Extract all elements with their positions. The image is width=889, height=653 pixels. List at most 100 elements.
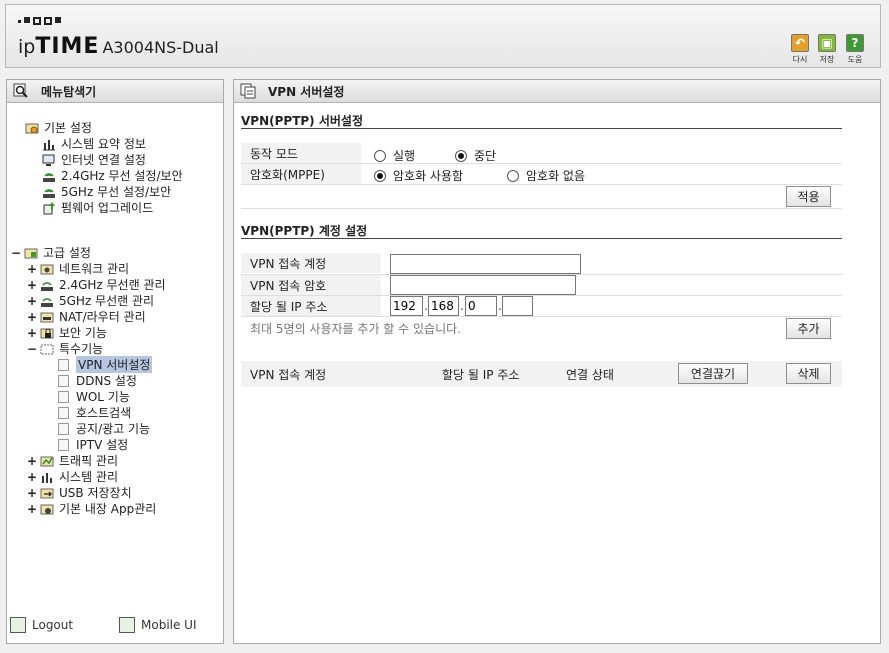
radio-circle-selected [374,169,386,182]
save-button[interactable]: ▣ 저장 [816,34,838,65]
redo-icon: ↶ [791,34,809,52]
redo-button[interactable]: ↶ 다시 [789,34,811,65]
mobile-ui-label: Mobile UI [141,618,197,632]
mode-run-label: 실행 [393,149,416,163]
brand-ip: ip [18,36,36,58]
account-section-title: VPN(PPTP) 계정 설정 [241,224,368,238]
ip-label: 할당 될 IP 주소 [241,296,381,316]
collapse-icon[interactable]: − [11,246,21,260]
tree-item-usb[interactable]: + USB 저장장치 [27,485,132,501]
page-icon [58,422,69,435]
expand-icon[interactable]: + [27,294,37,308]
tree-label: 2.4GHz 무선랜 관리 [59,278,166,292]
wireless-icon [40,278,54,292]
delete-button[interactable]: 삭제 [786,363,831,384]
expand-icon[interactable]: + [27,470,37,484]
tree-item-nat[interactable]: + NAT/라우터 관리 [27,309,146,325]
col-assigned-ip: 할당 될 IP 주소 [442,368,520,382]
content-panel: VPN 서버설정 VPN(PPTP) 서버설정 동작 모드 실행 중단 암호화(… [233,79,881,644]
ip-octet-3-input[interactable] [465,296,497,316]
folder-icon [25,121,39,135]
network-icon [40,262,54,276]
page-title: VPN 서버설정 [268,84,345,99]
expand-icon[interactable]: + [27,310,37,324]
tree-item-wifi24[interactable]: 2.4GHz 무선 설정/보안 [42,168,183,183]
encryption-on-radio[interactable]: 암호화 사용함 [374,167,463,184]
col-connection-status: 연결 상태 [566,368,614,382]
wireless-icon [40,294,54,308]
wireless-icon [42,185,56,199]
help-button[interactable]: ? 도움 [844,34,866,65]
tree-item-host-search[interactable]: 호스트검색 [58,405,131,420]
mode-label: 동작 모드 [241,143,361,163]
tree-label: 기본 내장 App관리 [59,502,157,516]
tree-label: 네트워크 관리 [59,262,130,276]
mode-stop-radio[interactable]: 중단 [455,147,496,164]
expand-icon[interactable]: + [27,262,37,276]
tree-item-system[interactable]: + 시스템 관리 [27,469,118,485]
vpn-user-input[interactable] [390,254,581,274]
mobile-ui-button[interactable]: Mobile UI [119,617,197,633]
expand-icon[interactable]: + [27,502,37,516]
menu-explorer: 메뉴탐색기 기본 설정 시스템 요약 정보 인터넷 연결 설정 2.4GHz 무… [6,79,224,644]
col-vpn-user: VPN 접속 계정 [250,368,327,382]
page-icon [58,390,69,403]
folder-open-icon [40,342,54,356]
page-icon [58,406,69,419]
tree-item-wlan24[interactable]: + 2.4GHz 무선랜 관리 [27,277,166,293]
logout-button[interactable]: Logout [10,617,73,633]
wireless-icon [42,169,56,183]
tree-item-iptv[interactable]: IPTV 설정 [58,437,128,452]
chart-icon [40,470,54,484]
tree-item-vpn-server[interactable]: VPN 서버설정 [58,356,153,373]
apply-button[interactable]: 적용 [786,186,831,207]
ip-octet-2-input[interactable] [428,296,459,316]
account-list-header [241,361,842,387]
max-users-note: 최대 5명의 사용자를 추가 할 수 있습니다. [250,322,461,336]
expand-icon[interactable]: + [27,326,37,340]
disconnect-button[interactable]: 연결끊기 [678,363,748,384]
tree-basic-settings[interactable]: 기본 설정 [25,120,92,135]
firmware-icon [42,201,56,215]
tree-item-wol[interactable]: WOL 기능 [58,389,130,404]
expand-icon[interactable]: + [27,454,37,468]
mode-run-radio[interactable]: 실행 [374,147,415,164]
ip-octet-4-input[interactable] [502,296,533,316]
collapse-icon[interactable]: − [27,342,37,356]
tree-item-wifi5[interactable]: 5GHz 무선 설정/보안 [42,184,171,199]
expand-icon[interactable]: + [27,486,37,500]
tree-label-selected: VPN 서버설정 [76,356,153,373]
vpn-user-label: VPN 접속 계정 [241,253,381,273]
radio-circle [507,169,519,182]
add-button[interactable]: 추가 [786,318,831,339]
section-divider [241,128,842,129]
tree-item-firmware[interactable]: 펌웨어 업그레이드 [42,200,153,215]
tree-item-notice-ad[interactable]: 공지/광고 기능 [58,421,150,436]
tree-label: 호스트검색 [76,406,132,420]
tree-item-ddns[interactable]: DDNS 설정 [58,373,137,388]
tree-item-internet[interactable]: 인터넷 연결 설정 [42,152,146,167]
encryption-off-label: 암호화 없음 [526,169,586,183]
brand-time: TIME [35,34,100,59]
tree-item-system-summary[interactable]: 시스템 요약 정보 [42,136,146,151]
radio-circle [374,149,386,162]
encryption-off-radio[interactable]: 암호화 없음 [507,167,585,184]
encryption-on-label: 암호화 사용함 [393,169,464,183]
menu-footer: Logout Mobile UI [7,617,223,637]
tree-advanced-settings[interactable]: − 고급 설정 [11,245,91,261]
tree-item-network[interactable]: + 네트워크 관리 [27,261,130,277]
tree-item-wlan5[interactable]: + 5GHz 무선랜 관리 [27,293,154,309]
vpn-password-input[interactable] [390,275,576,295]
tree-item-traffic[interactable]: + 트래픽 관리 [27,453,118,469]
vpn-password-label: VPN 접속 암호 [241,275,381,295]
ip-octet-1-input[interactable] [390,296,423,316]
tree-label: USB 저장장치 [59,486,132,500]
tree-item-app[interactable]: + 기본 내장 App관리 [27,501,157,517]
tree-label: NAT/라우터 관리 [59,310,146,324]
tree-label: 기본 설정 [44,121,92,135]
row-divider [241,184,842,185]
tree-item-security[interactable]: + 보안 기능 [27,325,107,341]
tree-item-special[interactable]: − 특수기능 [27,341,103,357]
page-icon [58,358,69,371]
expand-icon[interactable]: + [27,278,37,292]
